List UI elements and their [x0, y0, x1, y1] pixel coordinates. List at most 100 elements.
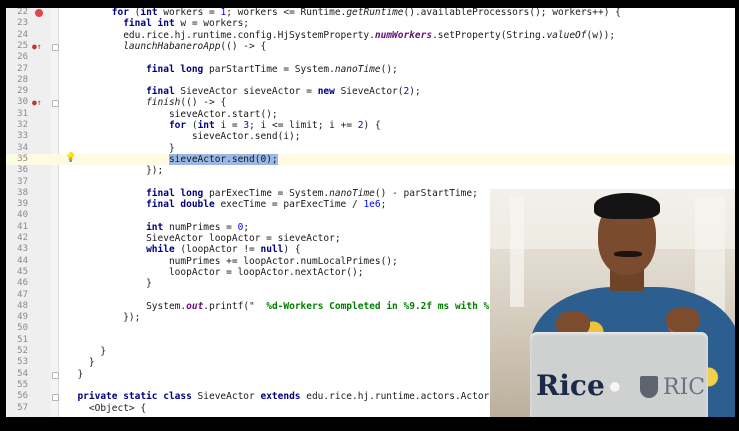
line-number[interactable]: 27	[10, 64, 28, 75]
breakpoint-icon[interactable]	[35, 8, 43, 17]
line-number[interactable]: 28	[10, 75, 28, 86]
code-line[interactable]: 34}	[6, 143, 735, 154]
line-number[interactable]: 41	[10, 222, 28, 233]
code-text[interactable]: System.out.printf(" %d-Workers Completed…	[146, 301, 489, 312]
code-line[interactable]: 32 for (int i = 3; i <= limit; i += 2) {	[6, 120, 735, 131]
line-number[interactable]: 51	[10, 335, 28, 346]
line-number[interactable]: 40	[10, 210, 28, 221]
code-token: (	[128, 8, 141, 18]
code-line[interactable]: 26	[6, 52, 735, 63]
line-number[interactable]: 48	[10, 301, 28, 312]
code-text[interactable]: while (loopActor != null) {	[146, 244, 300, 255]
line-number[interactable]: 38	[10, 188, 28, 199]
line-number[interactable]: 49	[10, 312, 28, 323]
editor-window: 22 for (int workers = 1; workers <= Runti…	[6, 8, 735, 417]
code-token: edu.rice.hj.runtime.config.HjSystemPrope…	[123, 29, 375, 41]
line-number[interactable]: 45	[10, 267, 28, 278]
code-line[interactable]: 33 sieveActor.send(i);	[6, 131, 735, 142]
line-number[interactable]: 32	[10, 120, 28, 131]
code-text[interactable]: }	[89, 357, 95, 368]
line-number[interactable]: 25	[10, 41, 28, 52]
code-line[interactable]: 24 edu.rice.hj.runtime.config.HjSystemPro…	[6, 30, 735, 41]
code-text[interactable]: edu.rice.hj.runtime.config.HjSystemPrope…	[123, 30, 615, 41]
fold-toggle-icon[interactable]	[52, 43, 59, 51]
code-line[interactable]: 30 ●↑ finish(() -> {	[6, 97, 735, 108]
code-line[interactable]: 31 sieveActor.start();	[6, 109, 735, 120]
line-number[interactable]: 57	[10, 403, 28, 414]
code-text[interactable]: final long parStartTime = System.nanoTim…	[146, 64, 398, 75]
code-line[interactable]: 23 final int w = workers;	[6, 18, 735, 29]
line-number[interactable]: 44	[10, 256, 28, 267]
code-text[interactable]: private static class SieveActor extends …	[77, 391, 489, 402]
code-text[interactable]: loopActor = loopActor.nextActor();	[169, 267, 363, 278]
line-number[interactable]: 55	[10, 380, 28, 391]
line-number[interactable]: 31	[10, 109, 28, 120]
code-text[interactable]: sieveActor.send(0);	[168, 153, 278, 165]
code-text[interactable]: final double execTime = parExecTime / 1e…	[146, 199, 386, 210]
code-text[interactable]: final long parExecTime = System.nanoTime…	[146, 188, 478, 199]
line-number[interactable]: 24	[10, 30, 28, 41]
code-line[interactable]: 28	[6, 75, 735, 86]
lambda-override-icon[interactable]: ●↑	[32, 98, 42, 107]
line-number[interactable]: 34	[10, 143, 28, 154]
code-token: launchHabaneroApp	[123, 40, 221, 52]
code-text[interactable]: sieveActor.start();	[169, 109, 278, 120]
line-number[interactable]: 30	[10, 97, 28, 108]
code-text[interactable]: int numPrimes = 0;	[146, 222, 249, 233]
code-text[interactable]: finish(() -> {	[146, 97, 226, 108]
code-text[interactable]: for (int i = 3; i <= limit; i += 2) {	[169, 120, 381, 131]
code-line[interactable]: 37	[6, 177, 735, 188]
line-number[interactable]: 50	[10, 323, 28, 334]
code-token: for	[111, 8, 129, 18]
code-token: .printf("	[203, 300, 267, 312]
line-number[interactable]: 33	[10, 131, 28, 142]
code-text[interactable]: for (int workers = 1; workers <= Runtime…	[112, 8, 621, 18]
line-number[interactable]: 36	[10, 165, 28, 176]
code-line[interactable]: 36});	[6, 165, 735, 176]
line-number[interactable]: 46	[10, 278, 28, 289]
code-line[interactable]: 29 final SieveActor sieveActor = new Siev…	[6, 86, 735, 97]
code-text[interactable]: }	[77, 369, 83, 380]
line-number[interactable]: 29	[10, 86, 28, 97]
fold-toggle-icon[interactable]	[52, 371, 59, 379]
code-line[interactable]: 35 💡 sieveActor.send(0);	[6, 153, 735, 166]
line-number[interactable]: 52	[10, 346, 28, 357]
lambda-override-icon[interactable]: ●↑	[32, 42, 42, 51]
code-token: nanoTime	[334, 63, 381, 75]
line-number[interactable]: 35	[10, 154, 28, 165]
code-token: ;	[243, 221, 250, 233]
code-text[interactable]: });	[123, 312, 140, 323]
code-token: numPrimes =	[163, 221, 238, 233]
code-text[interactable]: }	[146, 278, 152, 289]
line-number[interactable]: 26	[10, 52, 28, 63]
fold-toggle-icon[interactable]	[52, 394, 59, 402]
code-token: }	[88, 357, 95, 369]
window-frame-left	[510, 197, 524, 307]
lightbulb-icon[interactable]: 💡	[65, 153, 76, 163]
code-line[interactable]: 25 ●↑ launchHabaneroApp(() -> {	[6, 41, 735, 52]
code-text[interactable]: sieveActor.send(i);	[192, 131, 301, 142]
code-token: }	[77, 368, 84, 380]
line-number[interactable]: 23	[10, 18, 28, 29]
code-text[interactable]: final SieveActor sieveActor = new SieveA…	[146, 86, 421, 97]
line-number[interactable]: 39	[10, 199, 28, 210]
code-line[interactable]: 27 final long parStartTime = System.nanoT…	[6, 64, 735, 75]
line-number[interactable]: 43	[10, 244, 28, 255]
line-number[interactable]: 42	[10, 233, 28, 244]
line-number[interactable]: 54	[10, 369, 28, 380]
code-text[interactable]: }	[169, 143, 175, 154]
line-number[interactable]: 56	[10, 391, 28, 402]
line-number[interactable]: 47	[10, 290, 28, 301]
code-text[interactable]: numPrimes += loopActor.numLocalPrimes();	[169, 256, 398, 267]
line-number[interactable]: 53	[10, 357, 28, 368]
code-text[interactable]: final int w = workers;	[123, 18, 249, 29]
code-text[interactable]: SieveActor loopActor = sieveActor;	[146, 233, 340, 244]
line-number[interactable]: 37	[10, 177, 28, 188]
fold-toggle-icon[interactable]	[52, 100, 59, 108]
code-line[interactable]: 22 for (int workers = 1; workers <= Runti…	[6, 8, 735, 18]
code-text[interactable]: });	[146, 165, 163, 176]
line-number[interactable]: 22	[10, 8, 28, 18]
code-text[interactable]: launchHabaneroApp(() -> {	[123, 41, 266, 52]
code-text[interactable]: }	[100, 346, 106, 357]
code-text[interactable]: <Object> {	[89, 403, 146, 414]
